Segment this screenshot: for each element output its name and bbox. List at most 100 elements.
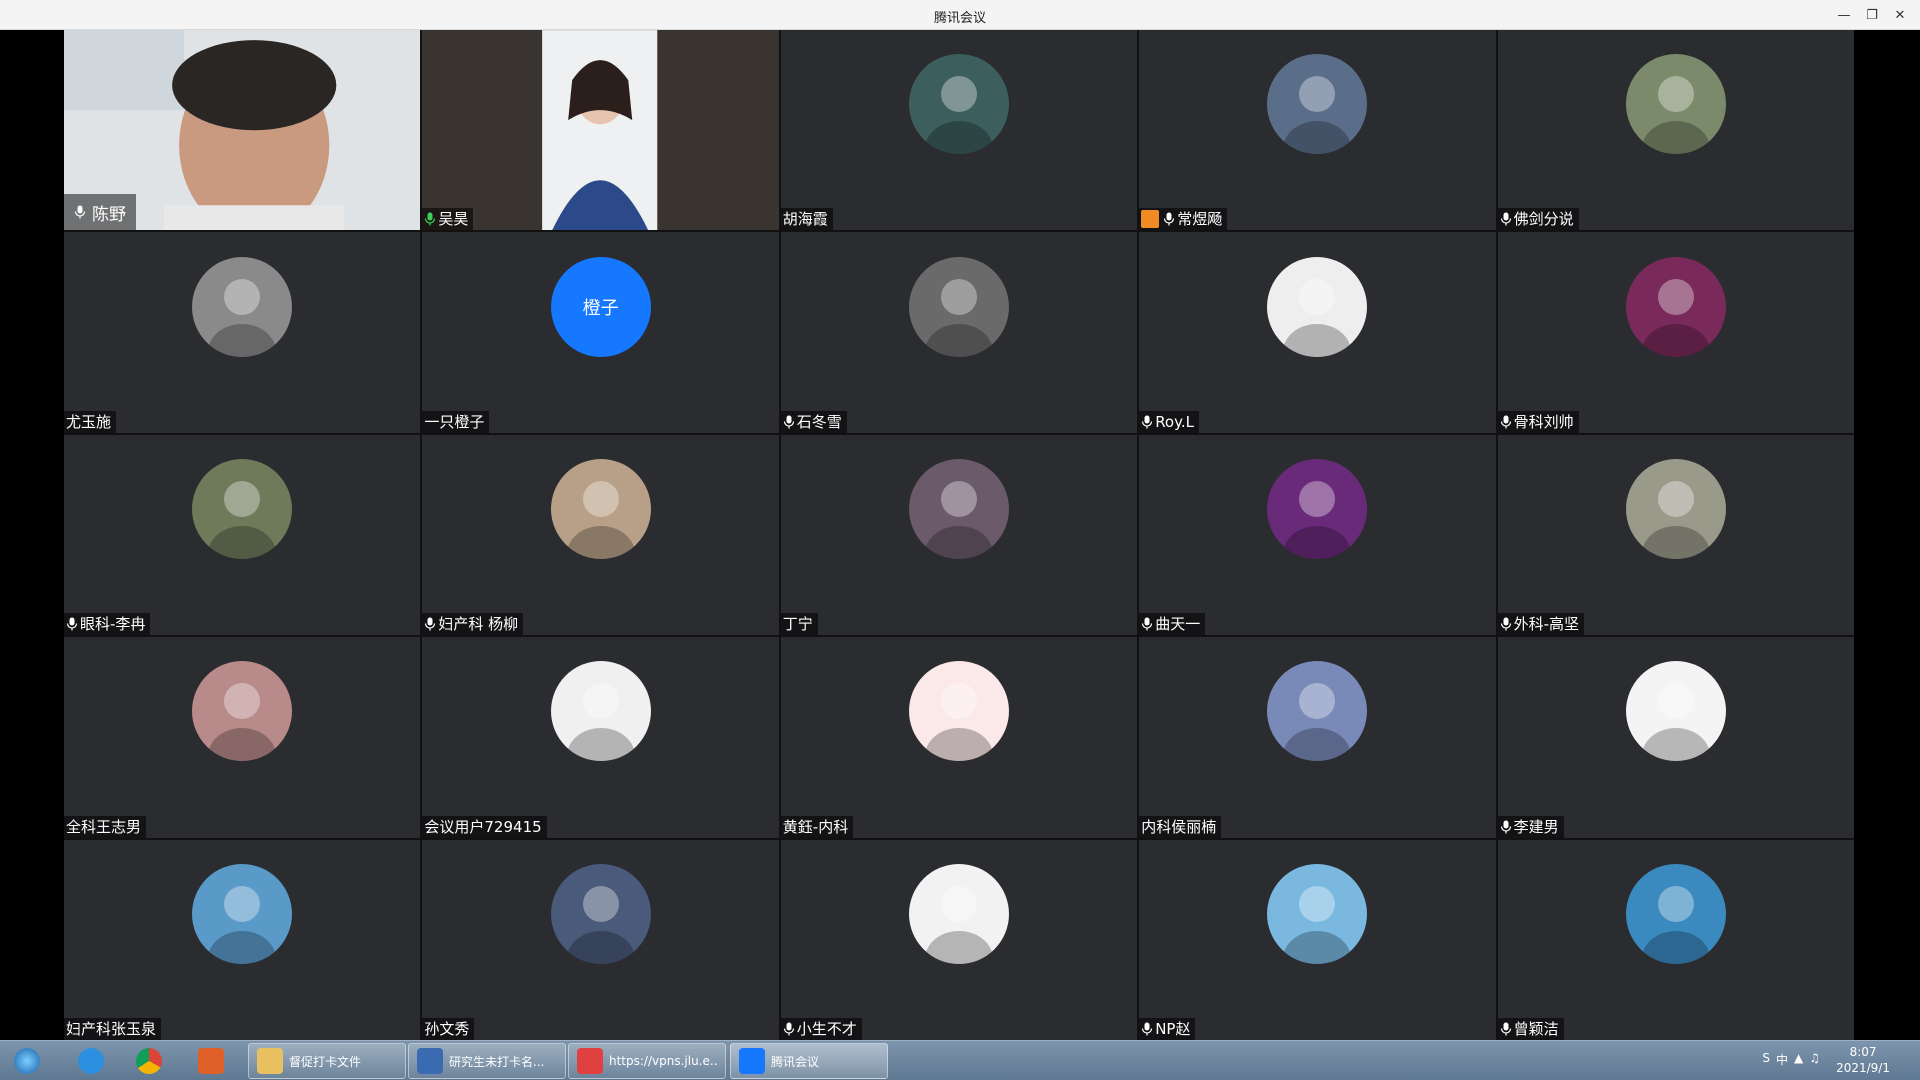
taskbar-task[interactable]: 腾讯会议	[730, 1043, 888, 1079]
participant-name: 尤玉施	[64, 410, 117, 433]
avatar-image-icon	[924, 278, 993, 357]
participant-tile[interactable]: 内科侯丽楠	[1139, 637, 1496, 838]
taskbar-task[interactable]: 督促打卡文件	[248, 1043, 406, 1079]
participant-tile[interactable]: 妇产科张玉泉	[64, 839, 421, 1040]
microphone-icon	[783, 415, 794, 429]
participant-tile[interactable]: 外科-高坚	[1497, 434, 1854, 636]
app-icon	[577, 1048, 603, 1074]
participant-name: 一只橙子	[422, 410, 490, 433]
participant-name: 石冬雪	[780, 410, 847, 433]
participant-tile[interactable]: 妇产科 杨柳	[422, 434, 779, 636]
participant-name-label: 常煜飏	[1177, 210, 1223, 229]
participant-name: 丁宁	[780, 613, 818, 636]
participant-name-label: 骨科刘帅	[1513, 412, 1574, 431]
close-button[interactable]: ✕	[1886, 0, 1914, 30]
avatar-image-icon	[1641, 683, 1710, 762]
avatar	[192, 661, 293, 762]
participant-name: 内科侯丽楠	[1139, 815, 1222, 838]
participant-tile[interactable]: 佛剑分说	[1497, 30, 1854, 231]
avatar	[1267, 256, 1368, 357]
avatar-image-icon	[1283, 278, 1352, 357]
avatar	[1267, 863, 1368, 964]
participant-name: 曲天一	[1139, 613, 1206, 636]
participant-tile[interactable]: 会议用户729415	[422, 637, 779, 838]
language-icon[interactable]: 中	[1776, 1051, 1788, 1068]
avatar	[1625, 863, 1726, 964]
taskbar-task-label: https://vpns.jlu.e...	[609, 1054, 717, 1068]
participant-name: 陈野	[64, 194, 136, 231]
avatar	[1625, 661, 1726, 762]
restore-button[interactable]: ❐	[1858, 0, 1886, 30]
participant-tile[interactable]: Roy.L	[1139, 232, 1496, 433]
participant-name: 外科-高坚	[1497, 613, 1585, 636]
participant-tile[interactable]: 李建男	[1497, 637, 1854, 838]
participant-name: 曾颖洁	[1497, 1017, 1564, 1040]
participant-name-label: 黄鈺-内科	[782, 817, 849, 836]
windows-logo-icon	[14, 1048, 40, 1074]
participant-name: 妇产科 杨柳	[422, 613, 524, 636]
participant-tile[interactable]: 黄鈺-内科	[780, 637, 1138, 838]
participant-tile[interactable]: 眼科-李冉	[64, 434, 421, 636]
host-icon	[1141, 210, 1160, 229]
video-feed	[422, 30, 779, 231]
avatar-image-icon	[208, 480, 277, 559]
participant-name-label: 眼科-李冉	[80, 615, 146, 634]
participant-tile[interactable]: 吴昊	[422, 30, 779, 231]
avatar-image-icon	[1641, 76, 1710, 155]
participant-name-label: 尤玉施	[66, 412, 112, 431]
participant-tile[interactable]: 尤玉施	[64, 232, 421, 433]
participant-name: 会议用户729415	[422, 815, 547, 838]
taskbar-task[interactable]: https://vpns.jlu.e...	[568, 1043, 726, 1079]
microphone-icon	[74, 205, 86, 219]
participant-name-label: 石冬雪	[796, 412, 842, 431]
participant-name: 胡海霞	[780, 208, 833, 231]
avatar	[908, 54, 1009, 155]
participant-tile[interactable]: 全科王志男	[64, 637, 421, 838]
ime-icon[interactable]: S	[1762, 1051, 1770, 1068]
participant-tile[interactable]: NP赵	[1139, 839, 1496, 1040]
participant-name: 李建男	[1497, 815, 1564, 838]
volume-icon[interactable]: ♫	[1809, 1051, 1820, 1068]
avatar	[550, 458, 651, 559]
participant-tile[interactable]: 孙文秀	[422, 839, 779, 1040]
pinned-pdf[interactable]	[190, 1043, 234, 1079]
clock[interactable]: 8:07 2021/9/1	[1836, 1044, 1890, 1076]
participant-name: Roy.L	[1139, 410, 1199, 433]
participant-tile[interactable]: 曲天一	[1139, 434, 1496, 636]
avatar-image-icon	[566, 683, 635, 762]
avatar	[192, 458, 293, 559]
participant-tile[interactable]: 骨科刘帅	[1497, 232, 1854, 433]
participant-name-label: 妇产科张玉泉	[66, 1019, 157, 1038]
avatar	[192, 256, 293, 357]
participant-tile[interactable]: 丁宁	[780, 434, 1138, 636]
participant-tile[interactable]: 胡海霞	[780, 30, 1138, 231]
window-title: 腾讯会议	[933, 11, 986, 26]
microphone-icon	[1142, 617, 1153, 631]
participant-tile[interactable]: 小生不才	[780, 839, 1138, 1040]
avatar-image-icon	[924, 885, 993, 964]
avatar-initials: 橙子	[582, 297, 619, 319]
participant-tile[interactable]: 陈野	[64, 30, 421, 231]
participant-tile[interactable]: 曾颖洁	[1497, 839, 1854, 1040]
avatar-image-icon	[1641, 885, 1710, 964]
avatar	[1625, 458, 1726, 559]
pdf-icon	[198, 1048, 224, 1074]
clock-time: 8:07	[1849, 1045, 1877, 1059]
taskbar-task[interactable]: 研究生未打卡名...	[408, 1043, 566, 1079]
participant-tile[interactable]: 石冬雪	[780, 232, 1138, 433]
participant-name: 妇产科张玉泉	[64, 1017, 162, 1040]
start-button[interactable]	[6, 1043, 50, 1079]
pinned-chrome[interactable]	[128, 1043, 172, 1079]
taskbar: 督促打卡文件 研究生未打卡名... https://vpns.jlu.e... 腾讯会…	[0, 1040, 1920, 1080]
network-icon[interactable]: ▲	[1794, 1051, 1803, 1068]
participant-name: 黄鈺-内科	[780, 815, 854, 838]
pinned-ie[interactable]	[70, 1043, 114, 1079]
avatar	[908, 458, 1009, 559]
minimize-button[interactable]: —	[1830, 0, 1858, 30]
participant-tile[interactable]: 橙子一只橙子	[422, 232, 779, 433]
microphone-icon	[1500, 820, 1511, 834]
clock-date: 2021/9/1	[1836, 1061, 1890, 1075]
participant-name-label: 会议用户729415	[424, 817, 542, 836]
participant-name-label: 吴昊	[438, 210, 469, 229]
participant-tile[interactable]: 常煜飏	[1139, 30, 1496, 231]
